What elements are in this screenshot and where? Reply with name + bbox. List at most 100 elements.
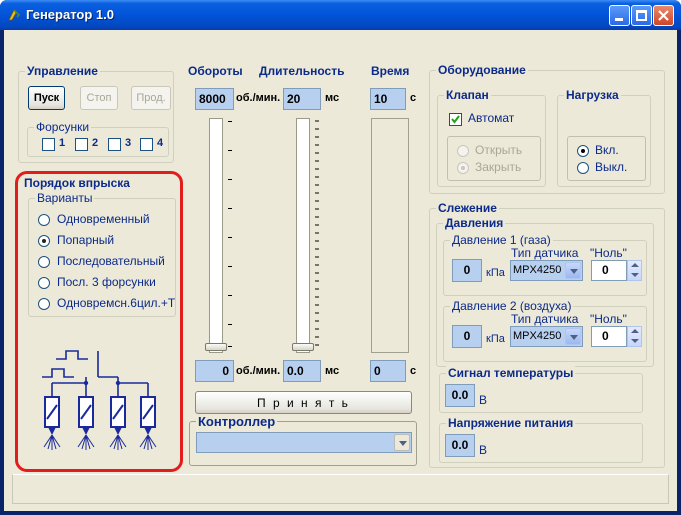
chevron-down-icon[interactable] [394, 434, 410, 451]
pressure-2-sensor-value: MPX4250 [513, 330, 562, 342]
status-bar [12, 474, 669, 504]
variant-sim6cyl-radio[interactable] [38, 298, 50, 310]
auto-checkbox[interactable] [449, 113, 462, 126]
voltage-legend: Напряжение питания [446, 416, 576, 430]
variant-sequential-label: Последовательный [57, 254, 165, 268]
pressure-1-group: Давление 1 (газа) 0 кПа Тип датчика MPX4… [443, 233, 647, 296]
temperature-group: Сигнал температуры 0.0 В [439, 366, 643, 413]
pressure-2-zero-spinner[interactable] [627, 326, 642, 347]
chevron-down-icon[interactable] [565, 262, 581, 279]
injection-legend: Порядок впрыска [24, 176, 130, 190]
valve-group: Клапан Автомат Открыть Закрыть [437, 88, 546, 187]
minimize-button[interactable] [609, 5, 630, 26]
pressure-2-zero-input[interactable]: 0 [591, 326, 627, 347]
window-title: Генератор 1.0 [26, 7, 114, 22]
valve-state-group: Открыть Закрыть [447, 136, 541, 181]
selected-dot-icon [461, 166, 465, 170]
injector-4-checkbox[interactable] [140, 138, 153, 151]
injector-1-label: 1 [59, 137, 66, 149]
temperature-unit: В [479, 393, 488, 407]
pressures-group: Давления Давление 1 (газа) 0 кПа Тип дат… [436, 216, 654, 367]
valve-close-radio[interactable] [457, 162, 469, 174]
duration-slider-thumb[interactable] [292, 343, 314, 351]
variant-seq3-radio[interactable] [38, 277, 50, 289]
pressure-2-legend: Давление 2 (воздуха) [450, 299, 574, 313]
chevron-down-icon[interactable] [565, 328, 581, 345]
injectors-group: Форсунки 1 2 3 4 [27, 120, 169, 157]
duration-input[interactable]: 20 [283, 88, 321, 110]
variant-paired-radio[interactable] [38, 235, 50, 247]
injectors-legend: Форсунки [34, 120, 92, 134]
injector-diagram-icon [42, 350, 157, 450]
spin-down-icon[interactable] [631, 339, 639, 343]
duration-actual-field: 0.0 [283, 360, 321, 382]
variant-sequential-radio[interactable] [38, 256, 50, 268]
rpm-actual-unit: об./мин. [236, 365, 281, 377]
injector-1-checkbox[interactable] [42, 138, 55, 151]
prod-button[interactable]: Прод. [131, 86, 171, 110]
close-button[interactable] [653, 5, 674, 26]
variant-paired-label: Попарный [57, 233, 115, 247]
pressure-1-sensor-label: Тип датчика [511, 246, 579, 260]
load-on-radio[interactable] [577, 145, 589, 157]
duration-unit: мс [325, 92, 340, 104]
maximize-button[interactable] [631, 5, 652, 26]
load-off-radio[interactable] [577, 162, 589, 174]
injector-3-label: 3 [125, 137, 132, 149]
time-input[interactable]: 10 [370, 88, 406, 110]
start-button[interactable]: Пуск [28, 86, 65, 110]
variant-simultaneous-radio[interactable] [38, 214, 50, 226]
injector-3-checkbox[interactable] [108, 138, 121, 151]
equipment-legend: Оборудование [436, 63, 528, 77]
load-state-group: Вкл. Выкл. [567, 136, 646, 181]
rpm-tick [228, 237, 232, 238]
load-off-label: Выкл. [595, 160, 628, 174]
spin-down-icon[interactable] [631, 273, 639, 277]
valve-close-label: Закрыть [475, 160, 522, 174]
app-icon [8, 9, 20, 21]
selected-dot-icon [581, 149, 585, 153]
injector-2-checkbox[interactable] [75, 138, 88, 151]
temperature-field: 0.0 [445, 384, 475, 407]
pressure-1-legend: Давление 1 (газа) [450, 233, 553, 247]
minimize-icon [615, 18, 623, 21]
rpm-slider-track[interactable] [209, 118, 223, 353]
controller-select[interactable] [196, 432, 412, 453]
pressure-2-sensor-select[interactable]: MPX4250 [510, 326, 583, 347]
tracking-legend: Слежение [436, 201, 499, 215]
controller-legend: Контроллер [196, 414, 278, 429]
control-legend: Управление [25, 64, 100, 78]
auto-label: Автомат [468, 111, 515, 125]
valve-open-radio[interactable] [457, 145, 469, 157]
pressure-2-sensor-label: Тип датчика [511, 312, 579, 326]
rpm-tick [228, 150, 232, 151]
time-progress-bar [371, 118, 409, 353]
temperature-legend: Сигнал температуры [446, 366, 576, 380]
pressure-2-zero-label: "Ноль" [590, 312, 627, 326]
rpm-tick [228, 266, 232, 267]
rpm-input[interactable]: 8000 [195, 88, 234, 110]
maximize-icon [636, 10, 647, 21]
spin-up-icon[interactable] [631, 263, 639, 267]
pressure-1-zero-input[interactable]: 0 [591, 260, 627, 281]
pressure-1-sensor-value: MPX4250 [513, 264, 562, 276]
duration-ticks [315, 120, 319, 346]
spin-up-icon[interactable] [631, 329, 639, 333]
equipment-group: Оборудование Клапан Автомат Открыть Закр… [429, 63, 665, 194]
time-header: Время [371, 64, 410, 78]
stop-button[interactable]: Стоп [80, 86, 118, 110]
voltage-field: 0.0 [445, 434, 475, 457]
time-unit: с [410, 92, 417, 104]
variants-group: Варианты Одновременный Попарный Последов… [28, 191, 176, 317]
pressure-1-field: 0 [452, 259, 482, 282]
duration-slider-track[interactable] [296, 118, 310, 353]
rpm-tick [228, 346, 232, 347]
rpm-tick [228, 295, 232, 296]
time-actual-field: 0 [370, 360, 406, 382]
pressure-1-sensor-select[interactable]: MPX4250 [510, 260, 583, 281]
title-bar[interactable]: Генератор 1.0 [0, 0, 681, 30]
apply-button[interactable]: П р и н я т ь [195, 391, 412, 414]
load-group: Нагрузка Вкл. Выкл. [557, 88, 651, 187]
rpm-slider-thumb[interactable] [205, 343, 227, 351]
pressure-1-zero-spinner[interactable] [627, 260, 642, 281]
